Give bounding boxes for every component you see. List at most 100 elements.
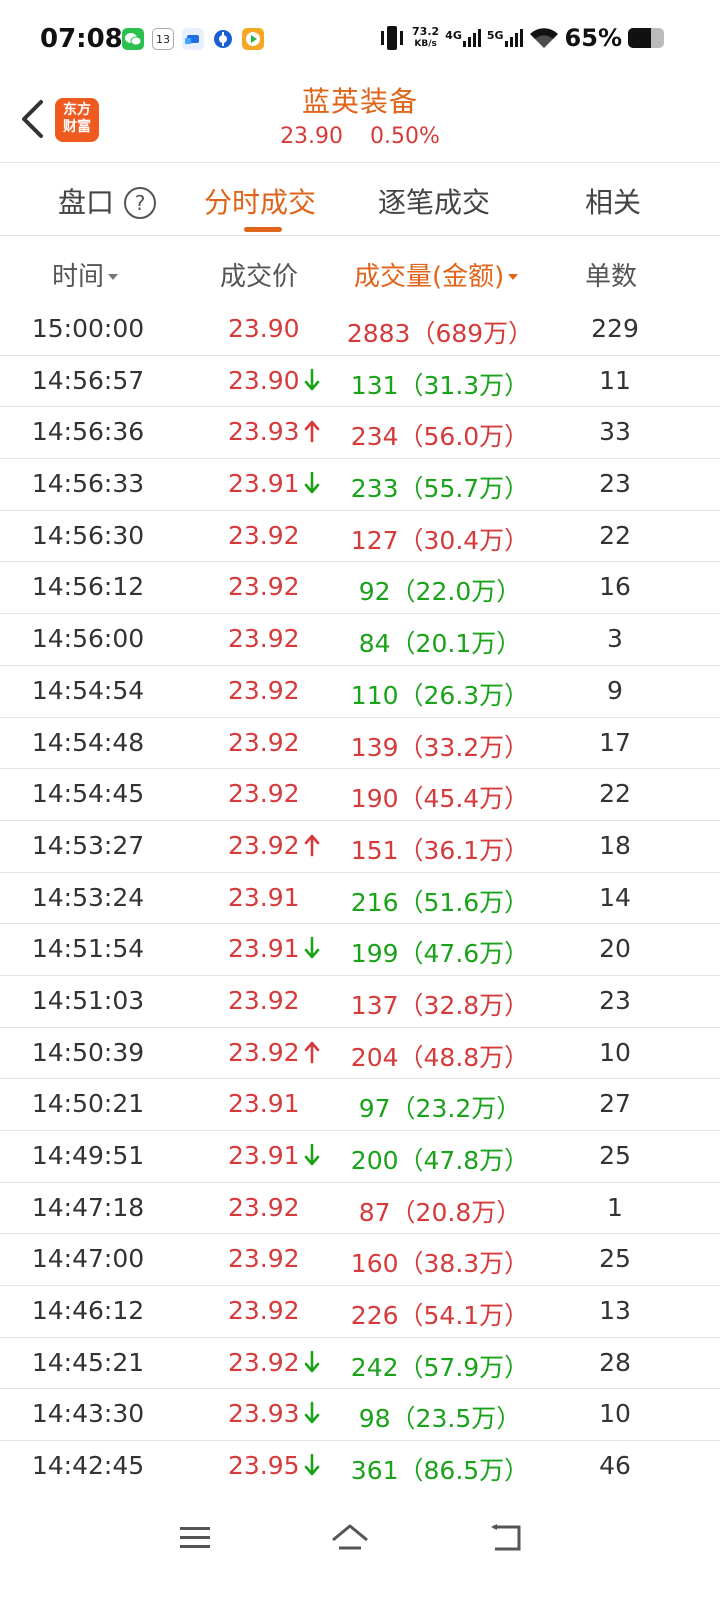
trade-time: 14:47:18 — [31, 1192, 145, 1222]
battery-icon — [628, 28, 664, 48]
table-row[interactable]: 14:54:54 23.92 110（26.3万） 9 — [0, 666, 720, 718]
trade-volume: 216（51.6万） — [350, 887, 530, 917]
calendar-icon: 13 — [152, 28, 174, 50]
trade-price: 23.92 — [228, 831, 322, 860]
stock-change-pct: 0.50% — [370, 124, 440, 149]
trade-count: 18 — [599, 830, 631, 860]
trade-volume: 199（47.6万） — [350, 939, 530, 969]
status-bar: 07:08 13 73.2 KB/s 4G 5G 65% — [0, 0, 720, 80]
trade-volume: 139（33.2万） — [350, 732, 530, 762]
table-row[interactable]: 14:56:57 23.90 131（31.3万） 11 — [0, 356, 720, 408]
active-tab-indicator — [244, 227, 282, 232]
trades-list[interactable]: 15:00:00 23.90 2883（689万） 229 14:56:57 23.90 1… — [0, 304, 720, 1493]
trade-volume: 92（22.0万） — [358, 577, 522, 607]
arrow-down-icon — [304, 471, 319, 494]
trade-count: 10 — [599, 1399, 631, 1429]
table-row[interactable]: 14:51:03 23.92 137（32.8万） 23 — [0, 976, 720, 1028]
table-row[interactable]: 14:53:24 23.91 216（51.6万） 14 — [0, 873, 720, 925]
table-row[interactable]: 14:51:54 23.91 199（47.6万） 20 — [0, 924, 720, 976]
trade-time: 14:51:54 — [31, 934, 145, 964]
trade-count: 22 — [599, 779, 631, 809]
column-time[interactable]: 时间 — [52, 256, 119, 293]
table-row[interactable]: 14:56:30 23.92 127（30.4万） 22 — [0, 511, 720, 563]
column-count[interactable]: 单数 — [585, 256, 637, 293]
trade-time: 14:56:12 — [31, 572, 145, 602]
table-row[interactable]: 14:54:48 23.92 139（33.2万） 17 — [0, 718, 720, 770]
trade-price: 23.92 — [228, 727, 300, 757]
stock-header: 东方 财富 蓝英装备 23.90 0.50% — [0, 80, 720, 162]
home-button[interactable] — [320, 1508, 380, 1568]
bank-app-icon — [212, 28, 234, 50]
trade-volume: 127（30.4万） — [350, 525, 530, 555]
battery-percent: 65% — [564, 24, 622, 52]
arrow-down-icon — [304, 1402, 319, 1424]
trade-time: 14:56:00 — [31, 624, 145, 654]
table-row[interactable]: 14:54:45 23.92 190（45.4万） 22 — [0, 769, 720, 821]
table-row[interactable]: 14:49:51 23.91 200（47.8万） 25 — [0, 1131, 720, 1183]
trade-price: 23.92 — [228, 1192, 300, 1222]
arrow-down-icon — [304, 1143, 319, 1166]
trade-count: 25 — [599, 1244, 631, 1274]
trade-volume: 204（48.8万） — [350, 1042, 530, 1072]
table-row[interactable]: 15:00:00 23.90 2883（689万） 229 — [0, 304, 720, 356]
trade-count: 3 — [607, 624, 623, 654]
back-nav-button[interactable] — [476, 1508, 536, 1568]
tab-related[interactable]: 相关 — [585, 181, 641, 221]
table-row[interactable]: 14:42:45 23.95 361（86.5万） 46 — [0, 1441, 720, 1493]
wechat-icon — [122, 28, 144, 50]
column-volume[interactable]: 成交量(金额) — [354, 256, 519, 293]
trade-count: 13 — [599, 1296, 631, 1326]
table-row[interactable]: 14:46:12 23.92 226（54.1万） 13 — [0, 1286, 720, 1338]
table-row[interactable]: 14:45:21 23.92 242（57.9万） 28 — [0, 1338, 720, 1390]
table-row[interactable]: 14:47:18 23.92 87（20.8万） 1 — [0, 1183, 720, 1235]
table-row[interactable]: 14:53:27 23.92 151（36.1万） 18 — [0, 821, 720, 873]
trade-time: 14:45:21 — [31, 1347, 145, 1377]
trade-price: 23.92 — [228, 520, 300, 550]
trade-time: 14:43:30 — [31, 1399, 145, 1429]
table-row[interactable]: 14:47:00 23.92 160（38.3万） 25 — [0, 1234, 720, 1287]
table-row[interactable]: 14:50:21 23.91 97（23.2万） 27 — [0, 1079, 720, 1131]
trade-count: 11 — [599, 365, 631, 395]
table-row[interactable]: 14:56:12 23.92 92（22.0万） 16 — [0, 562, 720, 615]
trade-count: 28 — [599, 1347, 631, 1377]
help-icon[interactable]: ? — [124, 187, 157, 219]
trade-price: 23.92 — [228, 1348, 322, 1377]
table-header: 时间 成交价 成交量(金额) 单数 — [0, 236, 720, 306]
table-row[interactable]: 14:56:36 23.93 234（56.0万） 33 — [0, 407, 720, 460]
trade-count: 14 — [599, 882, 631, 912]
trade-time: 14:50:39 — [31, 1037, 145, 1067]
trade-time: 14:53:27 — [31, 830, 145, 860]
trade-time: 15:00:00 — [31, 314, 145, 343]
trade-price: 23.93 — [228, 417, 322, 446]
trade-time: 14:51:03 — [31, 985, 145, 1015]
trade-volume: 361（86.5万） — [350, 1456, 530, 1486]
trade-volume: 84（20.1万） — [358, 629, 522, 659]
tab-orderbook[interactable]: 盘口? — [58, 181, 157, 221]
notification-icons: 13 — [122, 28, 264, 50]
trade-volume: 200（47.8万） — [350, 1146, 530, 1175]
trade-time: 14:46:12 — [31, 1296, 145, 1326]
tab-tick-trades[interactable]: 逐笔成交 — [378, 181, 490, 221]
table-row[interactable]: 14:43:30 23.93 98（23.5万） 10 — [0, 1389, 720, 1442]
table-row[interactable]: 14:50:39 23.92 204（48.8万） 10 — [0, 1028, 720, 1080]
trade-price: 23.90 — [228, 366, 322, 395]
trade-price: 23.92 — [228, 624, 300, 654]
tab-minute-trades[interactable]: 分时成交 — [204, 181, 316, 221]
trade-count: 33 — [599, 417, 631, 447]
trade-price: 23.91 — [228, 882, 300, 912]
trade-time: 14:56:30 — [31, 520, 145, 550]
table-row[interactable]: 14:56:00 23.92 84（20.1万） 3 — [0, 614, 720, 666]
trade-price: 23.92 — [228, 1244, 300, 1274]
back-icon — [491, 1524, 521, 1551]
trade-count: 9 — [607, 675, 623, 705]
trade-time: 14:42:45 — [31, 1451, 145, 1481]
trade-volume: 233（55.7万） — [350, 474, 530, 504]
trade-price: 23.92 — [228, 779, 300, 809]
trade-volume: 87（20.8万） — [358, 1197, 522, 1227]
column-price[interactable]: 成交价 — [220, 256, 298, 293]
table-row[interactable]: 14:56:33 23.91 233（55.7万） 23 — [0, 459, 720, 511]
cloud-app-icon — [182, 28, 204, 50]
trade-volume: 226（54.1万） — [350, 1301, 530, 1331]
trade-price: 23.92 — [228, 985, 300, 1015]
menu-button[interactable] — [165, 1508, 225, 1568]
